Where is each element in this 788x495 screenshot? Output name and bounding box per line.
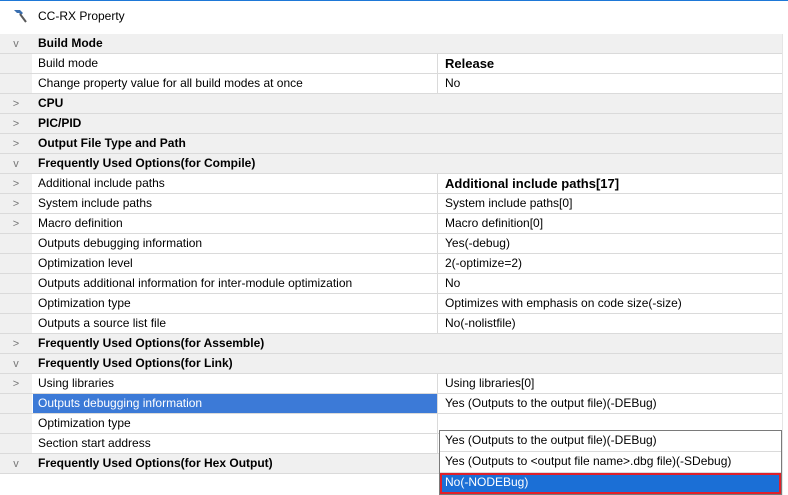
category-build-mode[interactable]: v Build Mode [0,34,788,54]
property-name: Optimization level [33,254,438,273]
scrollbar[interactable] [782,34,788,495]
expander-cell [0,274,32,293]
property-value[interactable]: Release [439,54,782,73]
expander-cell [0,254,32,273]
property-name: Macro definition [33,214,438,233]
collapse-icon[interactable]: v [0,154,32,173]
expand-icon[interactable]: > [0,134,32,153]
category-pic-pid[interactable]: > PIC/PID [0,114,788,134]
property-panel-titlebar: CC-RX Property [0,0,788,30]
property-name: Change property value for all build mode… [33,74,438,93]
category-label: Frequently Used Options(for Link) [33,354,782,373]
property-name: System include paths [33,194,438,213]
expander-cell [0,414,32,433]
expander-cell [0,294,32,313]
property-name: Outputs a source list file [33,314,438,333]
expand-icon[interactable]: > [0,334,32,353]
property-row-inter-module[interactable]: Outputs additional information for inter… [0,274,788,294]
expander-cell [0,434,32,453]
expand-icon[interactable]: > [0,114,32,133]
property-row-additional-include[interactable]: > Additional include paths Additional incl… [0,174,788,194]
property-row-macro-definition[interactable]: > Macro definition Macro definition[0] [0,214,788,234]
property-value[interactable]: Optimizes with emphasis on code size(-si… [439,294,782,313]
property-name: Optimization type [33,414,438,433]
expand-icon[interactable]: > [0,194,32,213]
property-grid: v Build Mode Build mode Release Change pro… [0,34,788,474]
category-label: Output File Type and Path [33,134,782,153]
expander-cell [0,314,32,333]
expander-cell [0,234,32,253]
expand-icon[interactable]: > [0,214,32,233]
expander-cell [0,74,32,93]
property-name: Outputs debugging information [33,394,438,413]
property-value[interactable]: Macro definition[0] [439,214,782,233]
category-label: Build Mode [33,34,782,53]
property-value-dropdown[interactable]: Yes (Outputs to the output file)(-DEBug) [439,394,782,413]
property-name: Optimization type [33,294,438,313]
property-name: Additional include paths [33,174,438,193]
property-row-build-mode[interactable]: Build mode Release [0,54,788,74]
property-value[interactable]: No [439,74,782,93]
category-label: PIC/PID [33,114,782,133]
category-compile-options[interactable]: v Frequently Used Options(for Compile) [0,154,788,174]
dropdown-option-debug[interactable]: Yes (Outputs to the output file)(-DEBug) [440,431,781,452]
property-value[interactable]: Yes(-debug) [439,234,782,253]
property-value[interactable]: Additional include paths[17] [439,174,782,193]
property-value[interactable]: System include paths[0] [439,194,782,213]
property-value[interactable]: 2(-optimize=2) [439,254,782,273]
property-name: Using libraries [33,374,438,393]
category-label: Frequently Used Options(for Compile) [33,154,782,173]
category-cpu[interactable]: > CPU [0,94,788,114]
collapse-icon[interactable]: v [0,354,32,373]
expander-cell [0,394,32,413]
property-name: Outputs additional information for inter… [33,274,438,293]
property-row-compile-optimization-type[interactable]: Optimization type Optimizes with emphasis… [0,294,788,314]
property-value[interactable]: Using libraries[0] [439,374,782,393]
property-row-link-debug[interactable]: Outputs debugging information Yes (Output… [0,394,788,414]
expander-cell [0,54,32,73]
panel-title: CC-RX Property [38,9,125,23]
property-row-optimization-level[interactable]: Optimization level 2(-optimize=2) [0,254,788,274]
dropdown-option-nodebug[interactable]: No(-NODEBug) [440,473,781,494]
expand-icon[interactable]: > [0,174,32,193]
property-name: Build mode [33,54,438,73]
property-row-using-libraries[interactable]: > Using libraries Using libraries[0] [0,374,788,394]
category-label: Frequently Used Options(for Assemble) [33,334,782,353]
debug-option-dropdown-list[interactable]: Yes (Outputs to the output file)(-DEBug)… [439,430,782,495]
category-assemble-options[interactable]: > Frequently Used Options(for Assemble) [0,334,788,354]
dropdown-option-sdebug[interactable]: Yes (Outputs to <output file name>.dbg f… [440,452,781,473]
collapse-icon[interactable]: v [0,34,32,53]
expand-icon[interactable]: > [0,374,32,393]
property-row-system-include[interactable]: > System include paths System include path… [0,194,788,214]
category-link-options[interactable]: v Frequently Used Options(for Link) [0,354,788,374]
collapse-icon[interactable]: v [0,454,32,473]
property-value[interactable]: No [439,274,782,293]
property-name: Section start address [33,434,438,453]
property-row-change-all-modes[interactable]: Change property value for all build mode… [0,74,788,94]
property-name: Outputs debugging information [33,234,438,253]
expand-icon[interactable]: > [0,94,32,113]
category-output-file[interactable]: > Output File Type and Path [0,134,788,154]
property-value[interactable]: No(-nolistfile) [439,314,782,333]
property-row-source-list[interactable]: Outputs a source list file No(-nolistfile… [0,314,788,334]
property-row-compile-debug[interactable]: Outputs debugging information Yes(-debug) [0,234,788,254]
category-label: CPU [33,94,782,113]
hammer-icon [14,10,27,23]
